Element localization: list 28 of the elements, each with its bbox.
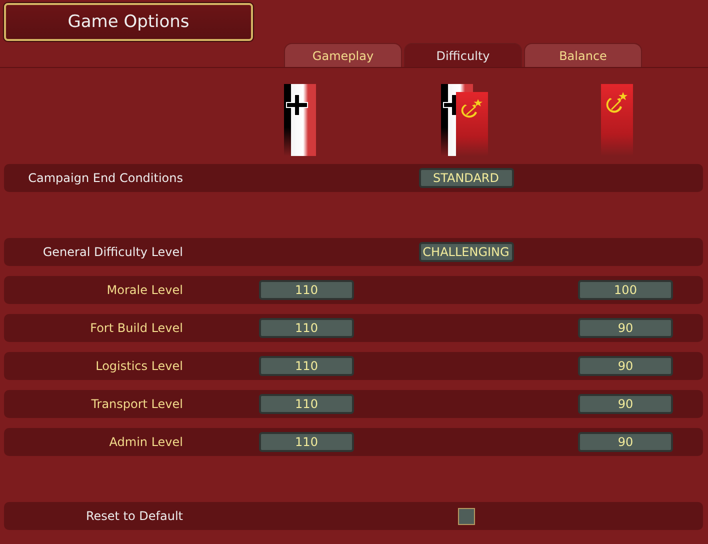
value-field[interactable]: 110: [259, 318, 354, 338]
option-label: Morale Level: [106, 283, 183, 297]
window-title: Game Options: [4, 3, 253, 41]
option-label: Reset to Default: [84, 509, 183, 523]
hammer-sickle-flag-icon: [601, 84, 633, 156]
option-label: Transport Level: [90, 397, 183, 411]
option-label: Logistics Level: [94, 359, 183, 373]
option-label: Fort Build Level: [89, 321, 183, 335]
value-field[interactable]: 110: [259, 280, 354, 300]
option-label: General Difficulty Level: [42, 245, 183, 259]
option-label: Admin Level: [108, 435, 183, 449]
value-field[interactable]: 110: [259, 356, 354, 376]
value-field[interactable]: 90: [578, 394, 673, 414]
value-field[interactable]: 110: [259, 394, 354, 414]
value-button[interactable]: STANDARD: [418, 168, 514, 188]
tab[interactable]: Difficulty: [404, 43, 522, 67]
value-field[interactable]: 100: [578, 280, 673, 300]
value-field[interactable]: 90: [578, 356, 673, 376]
tab[interactable]: Balance: [524, 43, 642, 67]
value-field[interactable]: 90: [578, 432, 673, 452]
option-label: Campaign End Conditions: [27, 171, 183, 185]
paired-flags-icon: [441, 84, 488, 156]
checkbox[interactable]: [458, 508, 474, 524]
value-field[interactable]: 90: [578, 318, 673, 338]
cross-flag-icon: [284, 84, 316, 156]
value-button[interactable]: CHALLENGING: [418, 242, 514, 262]
value-field[interactable]: 110: [259, 432, 354, 452]
tab[interactable]: Gameplay: [284, 43, 402, 67]
